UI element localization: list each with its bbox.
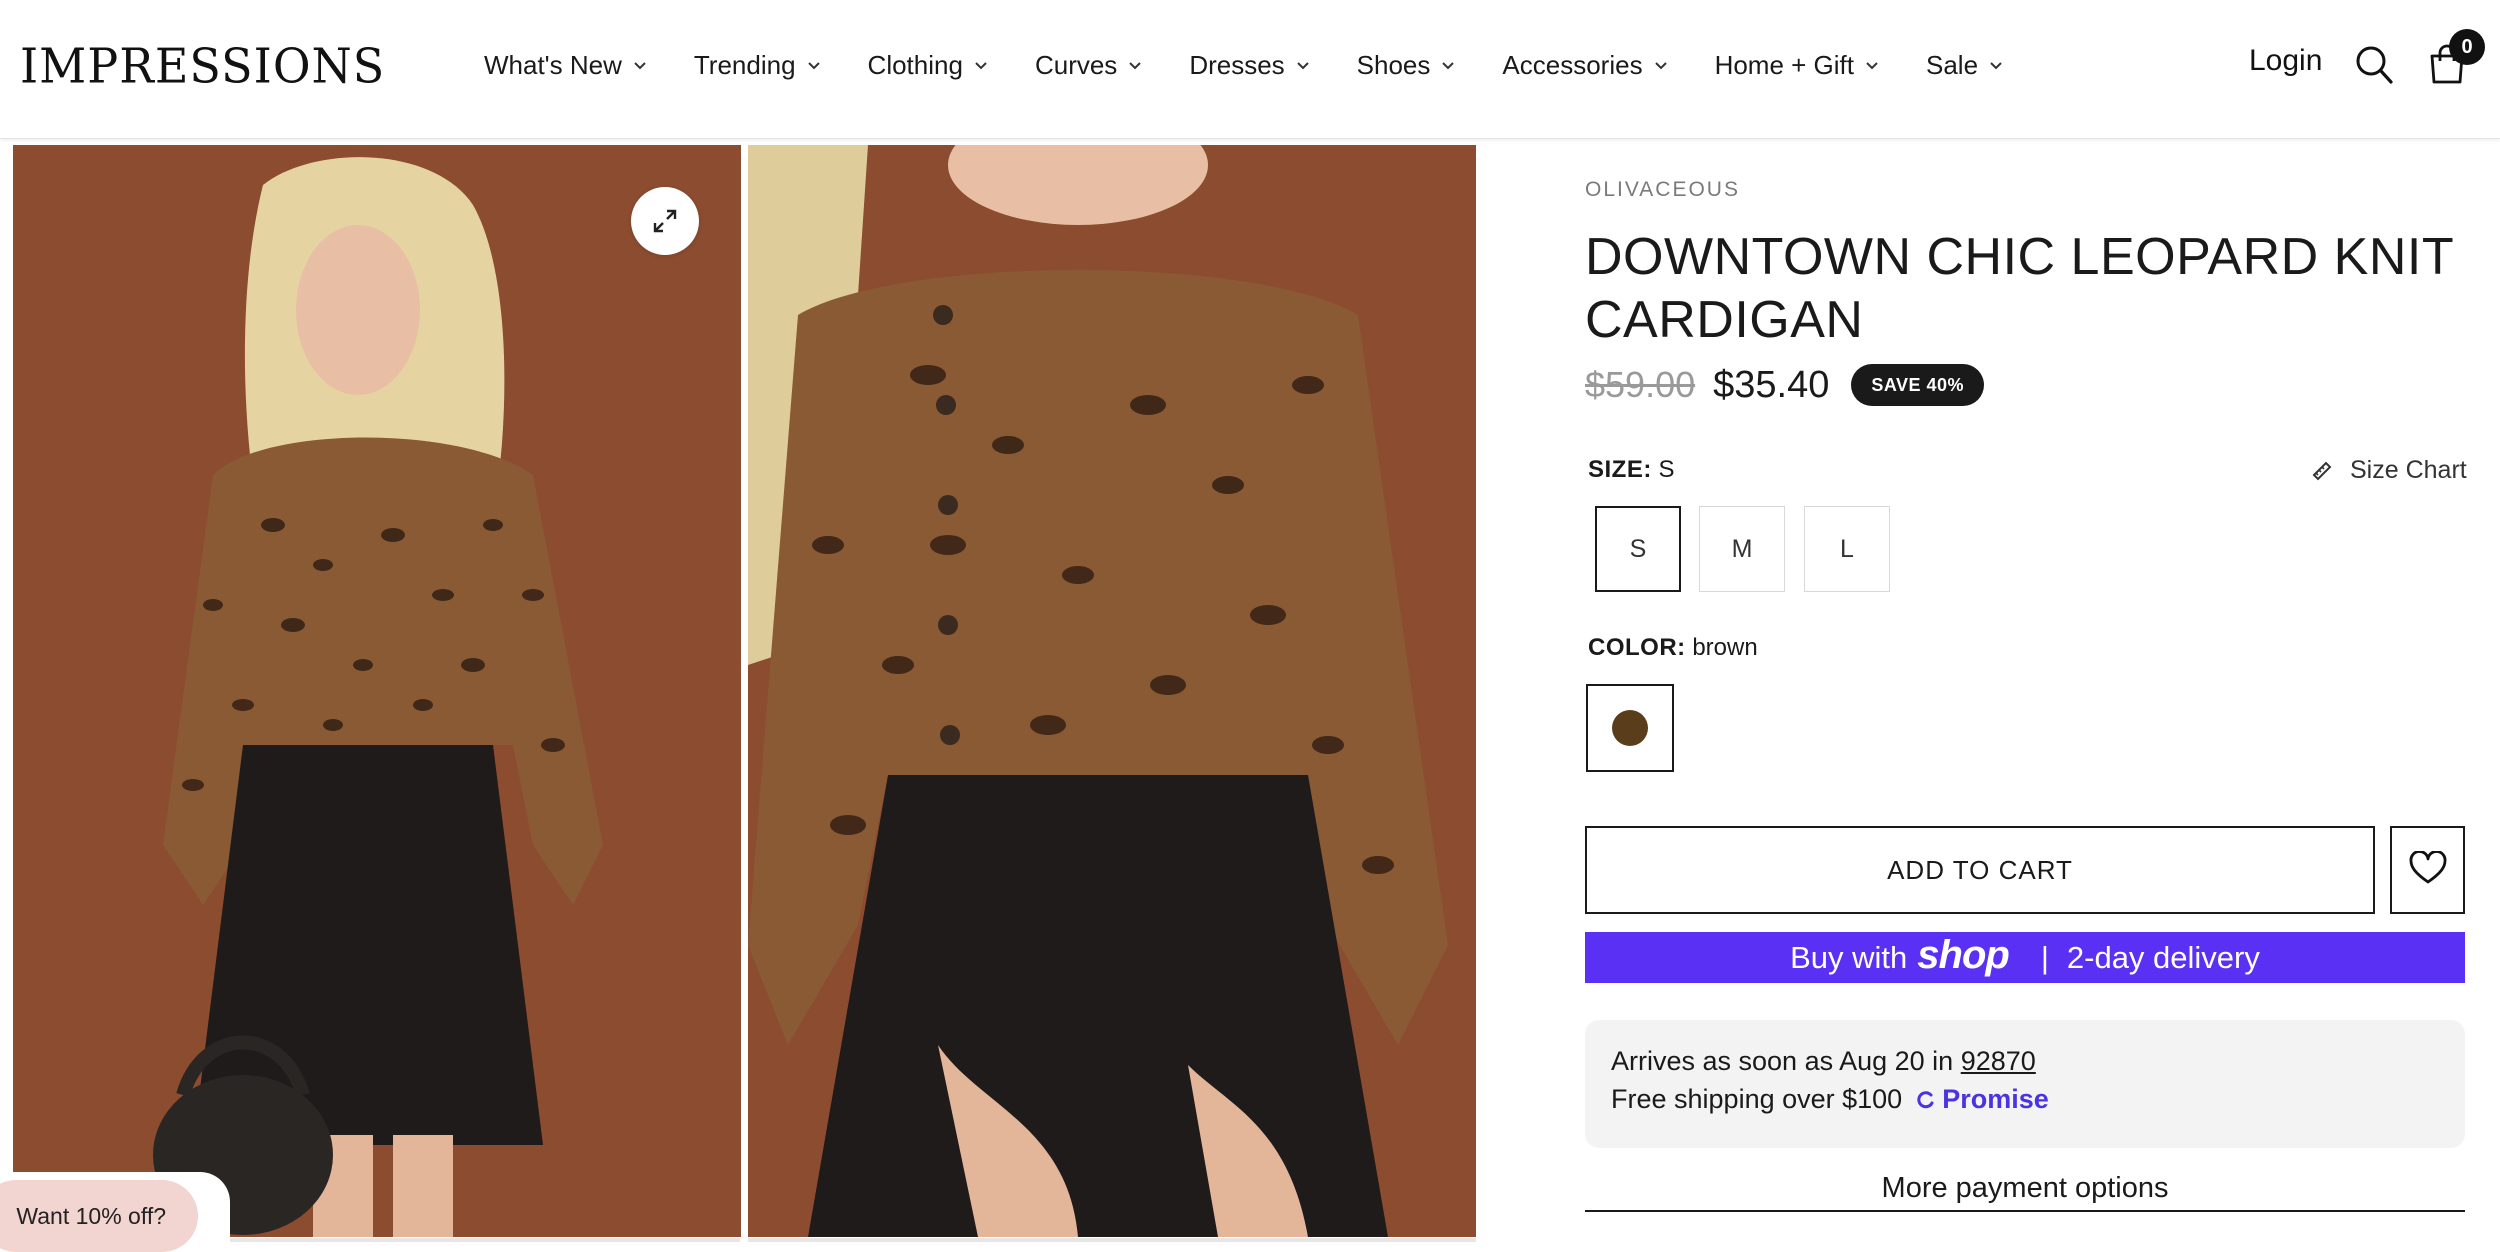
expand-icon[interactable]	[631, 187, 699, 255]
product-title: DOWNTOWN CHIC LEOPARD KNIT CARDIGAN	[1585, 228, 2454, 349]
site-header: IMPRESSIONS What's New Trending Clothing…	[0, 0, 2500, 139]
save-badge: SAVE 40%	[1851, 364, 1985, 406]
site-logo[interactable]: IMPRESSIONS	[20, 37, 385, 95]
free-shipping-row: Free shipping over $100 Promise	[1611, 1084, 2049, 1115]
more-payment-options-link[interactable]: More payment options	[1585, 1172, 2465, 1212]
delivery-info-box: Arrives as soon as Aug 20 in 92870 Free …	[1585, 1020, 2465, 1148]
chevron-down-icon	[1988, 57, 2004, 73]
delivery-estimate-text: Arrives as soon as Aug 20 in	[1611, 1046, 1954, 1076]
size-selected-value: S	[1658, 456, 1675, 483]
nav-item-label: Accessories	[1502, 49, 1643, 80]
color-selected-value: brown	[1692, 634, 1758, 661]
promise-icon	[1916, 1090, 1936, 1110]
main-nav: What's New Trending Clothing Curves Dres…	[484, 42, 2004, 88]
nav-item-curves[interactable]: Curves	[1035, 50, 1143, 81]
wishlist-button[interactable]	[2390, 826, 2465, 914]
heart-icon	[2409, 849, 2447, 890]
shop-pay-separator: |	[2040, 939, 2049, 975]
shop-pay-prefix: Buy with	[1790, 939, 1908, 975]
color-swatch-dot	[1612, 710, 1648, 746]
size-option-l[interactable]: L	[1804, 506, 1890, 592]
shop-pay-logo: shop	[1917, 933, 2010, 977]
nav-item-dresses[interactable]: Dresses	[1189, 50, 1310, 81]
shop-pay-button[interactable]: Buy with shop | 2-day delivery	[1585, 932, 2465, 983]
product-image-main[interactable]	[13, 145, 741, 1237]
nav-item-sale[interactable]: Sale	[1926, 50, 2004, 81]
delivery-estimate: Arrives as soon as Aug 20 in 92870	[1611, 1046, 2036, 1077]
nav-item-label: Dresses	[1189, 49, 1285, 80]
nav-item-label: Home + Gift	[1714, 49, 1854, 80]
chevron-down-icon	[1295, 57, 1311, 73]
login-link[interactable]: Login	[2249, 44, 2322, 78]
nav-item-label: Curves	[1034, 49, 1118, 80]
nav-item-trending[interactable]: Trending	[694, 50, 822, 81]
nav-item-home-gift[interactable]: Home + Gift	[1715, 50, 1880, 81]
zip-code-link[interactable]: 92870	[1961, 1046, 2036, 1076]
gallery-divider	[230, 1238, 740, 1242]
nav-item-label: Sale	[1926, 49, 1979, 80]
nav-item-whats-new[interactable]: What's New	[484, 50, 648, 81]
chevron-down-icon	[973, 57, 989, 73]
ruler-icon	[2310, 459, 2334, 483]
product-vendor[interactable]: OLIVACEOUS	[1585, 178, 1740, 202]
product-image-secondary[interactable]	[748, 145, 1476, 1237]
shop-pay-suffix: 2-day delivery	[2066, 939, 2260, 975]
size-chart-link[interactable]: Size Chart	[2310, 456, 2467, 485]
chevron-down-icon	[1127, 57, 1143, 73]
original-price: $59.00	[1585, 364, 1696, 405]
color-swatch-brown[interactable]	[1586, 684, 1674, 772]
nav-item-shoes[interactable]: Shoes	[1357, 50, 1457, 81]
nav-item-label: Trending	[693, 49, 796, 80]
gallery-divider	[748, 1238, 1476, 1242]
add-to-cart-button[interactable]: ADD TO CART	[1585, 826, 2375, 914]
color-label: COLOR: brown	[1588, 634, 1758, 662]
sale-price: $35.40	[1713, 363, 1830, 406]
promise-link[interactable]: Promise	[1916, 1084, 2049, 1115]
nav-item-clothing[interactable]: Clothing	[868, 50, 989, 81]
nav-item-accessories[interactable]: Accessories	[1502, 50, 1668, 81]
chevron-down-icon	[1653, 57, 1669, 73]
size-label: SIZE: S	[1588, 456, 1675, 484]
cart-count-badge: 0	[2449, 29, 2485, 65]
search-icon[interactable]	[2354, 44, 2394, 86]
free-shipping-text: Free shipping over $100	[1611, 1084, 1903, 1114]
nav-item-label: Shoes	[1356, 49, 1431, 80]
discount-promo-button[interactable]: Want 10% off?	[0, 1180, 198, 1252]
nav-item-label: Clothing	[867, 49, 963, 80]
chevron-down-icon	[632, 57, 648, 73]
nav-item-label: What's New	[484, 49, 622, 80]
size-chart-label: Size Chart	[2350, 456, 2467, 484]
chevron-down-icon	[1440, 57, 1456, 73]
price-row: $59.00 $35.40 SAVE 40%	[1585, 360, 1985, 410]
chevron-down-icon	[806, 57, 822, 73]
more-payment-underline	[1585, 1210, 2465, 1212]
size-label-text: SIZE:	[1588, 456, 1652, 483]
color-label-text: COLOR:	[1588, 634, 1686, 661]
chevron-down-icon	[1864, 57, 1880, 73]
size-option-m[interactable]: M	[1699, 506, 1785, 592]
size-option-s[interactable]: S	[1595, 506, 1681, 592]
promise-label: Promise	[1942, 1084, 2049, 1114]
